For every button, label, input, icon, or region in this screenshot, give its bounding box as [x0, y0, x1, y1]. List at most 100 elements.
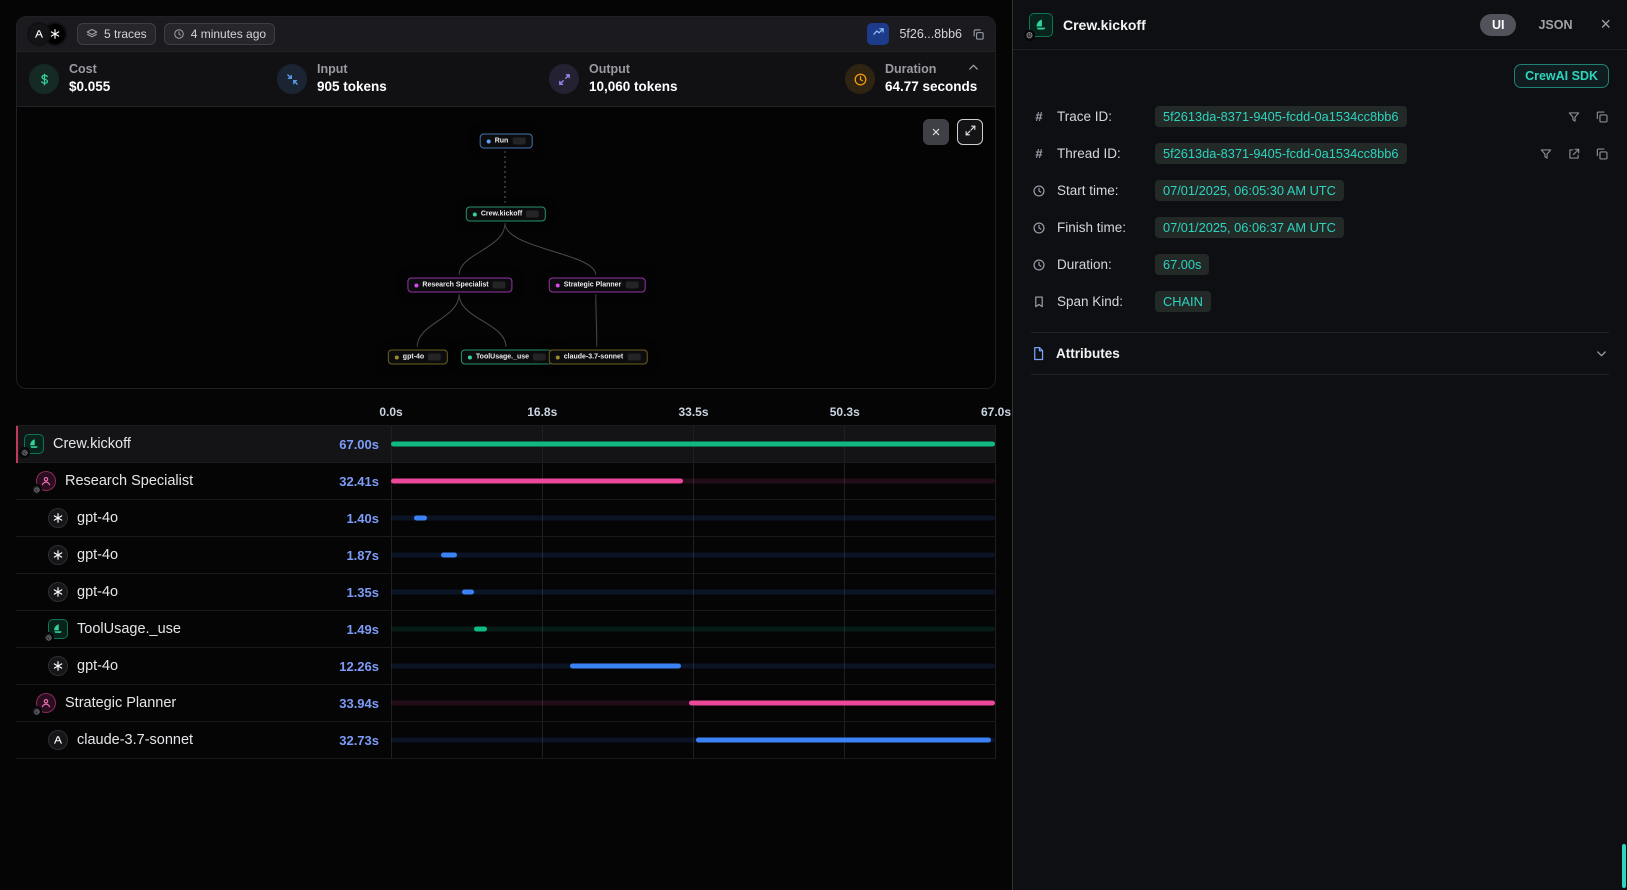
span-bar-lane [391, 722, 996, 758]
close-graph-button[interactable]: × [923, 119, 949, 145]
graph-node[interactable]: Run [480, 134, 533, 149]
graph-node[interactable]: claude-3.7-sonnet [549, 350, 648, 365]
traces-count-label: 5 traces [104, 27, 147, 41]
trace-age-label: 4 minutes ago [191, 27, 266, 41]
span-duration: 12.26s [339, 659, 391, 674]
span-duration: 1.49s [346, 622, 391, 637]
graph-node[interactable]: ToolUsage._use [461, 350, 553, 365]
trace-summary-card: 5 traces 4 minutes ago 5f26...8bb6 Cost … [16, 16, 996, 389]
stat-label: Input [317, 61, 387, 78]
trace-age-badge[interactable]: 4 minutes ago [164, 23, 275, 45]
anthropic-icon [48, 730, 68, 750]
graph-edges [17, 107, 995, 388]
span-duration: 67.00s [339, 437, 391, 452]
detail-field: # Thread ID: 5f2613da-8371-9405-fcdd-0a1… [1031, 135, 1609, 172]
span-name: claude-3.7-sonnet [77, 732, 193, 748]
span-bar-lane [391, 537, 996, 573]
duration-bar [391, 442, 995, 447]
timeline-row[interactable]: Crew.kickoff 67.00s [16, 426, 996, 463]
metrics-button[interactable] [867, 23, 889, 45]
timeline-row[interactable]: ToolUsage._use 1.49s [16, 611, 996, 648]
tab-ui[interactable]: UI [1480, 14, 1517, 36]
trace-header-bar: 5 traces 4 minutes ago 5f26...8bb6 [17, 17, 995, 51]
bar-track [391, 553, 995, 558]
expand-graph-button[interactable] [957, 119, 983, 145]
bookmark-icon [1031, 295, 1047, 309]
timeline-row[interactable]: Strategic Planner 33.94s [16, 685, 996, 722]
span-name: Strategic Planner [65, 695, 176, 711]
timeline-row[interactable]: gpt-4o 1.35s [16, 574, 996, 611]
trace-short-id: 5f26...8bb6 [899, 27, 962, 41]
hash-icon: # [1031, 146, 1047, 161]
graph-node[interactable]: Strategic Planner [549, 278, 646, 293]
axis-tick: 67.0s [981, 405, 1011, 419]
attributes-section-toggle[interactable]: Attributes [1031, 332, 1609, 375]
stat-cost: Cost $0.055 [29, 61, 277, 96]
copy-trace-id-icon[interactable] [972, 28, 985, 41]
field-value-badge: 07/01/2025, 06:06:37 AM UTC [1155, 217, 1344, 238]
copy-icon[interactable] [1595, 147, 1609, 161]
detail-field: # Trace ID: 5f2613da-8371-9405-fcdd-0a15… [1031, 98, 1609, 135]
stat-value: 64.77 seconds [885, 78, 977, 96]
graph-node[interactable]: Crew.kickoff [466, 207, 546, 222]
span-duration: 32.73s [339, 733, 391, 748]
field-value-badge: 07/01/2025, 06:05:30 AM UTC [1155, 180, 1344, 201]
detail-field: Span Kind: CHAIN [1031, 283, 1609, 320]
openai-icon [48, 545, 68, 565]
field-label: Span Kind: [1057, 294, 1145, 309]
duration-bar [462, 590, 474, 595]
sdk-badge: CrewAI SDK [1514, 64, 1609, 88]
span-bar-lane [391, 611, 996, 647]
filter-icon[interactable] [1567, 110, 1581, 124]
span-duration: 1.35s [346, 585, 391, 600]
collapse-stats-icon[interactable] [966, 60, 981, 75]
close-panel-icon[interactable]: × [1600, 14, 1611, 35]
chevron-down-icon [1594, 346, 1609, 361]
tokens-in-icon [277, 64, 307, 94]
anthropic-avatar-icon [27, 22, 51, 46]
panel-scrollbar-thumb[interactable] [1622, 844, 1626, 888]
timeline-row[interactable]: gpt-4o 12.26s [16, 648, 996, 685]
file-icon [1031, 346, 1046, 361]
span-bar-lane [391, 574, 996, 610]
stat-duration: Duration 64.77 seconds [845, 61, 977, 96]
span-name: gpt-4o [77, 510, 118, 526]
clock-icon [1031, 184, 1047, 198]
duration-bar [414, 516, 427, 521]
hash-icon: # [1031, 109, 1047, 124]
field-value-badge: CHAIN [1155, 291, 1211, 312]
timeline-row[interactable]: gpt-4o 1.40s [16, 500, 996, 537]
duration-bar [391, 479, 683, 484]
detail-field: Finish time: 07/01/2025, 06:06:37 AM UTC [1031, 209, 1609, 246]
tab-json[interactable]: JSON [1526, 14, 1584, 36]
bar-track [391, 664, 995, 669]
span-bar-lane [391, 500, 996, 536]
clock-icon [845, 64, 875, 94]
timeline-row[interactable]: gpt-4o 1.87s [16, 537, 996, 574]
field-label: Finish time: [1057, 220, 1145, 235]
timeline-row[interactable]: claude-3.7-sonnet 32.73s [16, 722, 996, 759]
span-detail-panel: Crew.kickoff UI JSON × CrewAI SDK # Trac… [1012, 0, 1627, 890]
timeline-axis: 0.0s16.8s33.5s50.3s67.0s [16, 399, 996, 425]
clock-icon [1031, 221, 1047, 235]
clock-icon [1031, 258, 1047, 272]
filter-icon[interactable] [1539, 147, 1553, 161]
external-link-icon[interactable] [1567, 147, 1581, 161]
graph-node[interactable]: Research Specialist [407, 278, 512, 293]
traces-count-badge[interactable]: 5 traces [77, 23, 156, 45]
stat-value: 10,060 tokens [589, 78, 678, 96]
field-value-badge: 5f2613da-8371-9405-fcdd-0a1534cc8bb6 [1155, 143, 1407, 164]
field-label: Trace ID: [1057, 109, 1145, 124]
copy-icon[interactable] [1595, 110, 1609, 124]
stat-label: Output [589, 61, 678, 78]
span-name: ToolUsage._use [77, 621, 181, 637]
duration-bar [570, 664, 681, 669]
stats-row: Cost $0.055 Input 905 tokens Output 10,0… [17, 51, 995, 107]
axis-tick: 16.8s [527, 405, 557, 419]
timeline-row[interactable]: Research Specialist 32.41s [16, 463, 996, 500]
bar-track [391, 590, 995, 595]
span-name: gpt-4o [77, 584, 118, 600]
span-duration: 33.94s [339, 696, 391, 711]
detail-panel-body: CrewAI SDK # Trace ID: 5f2613da-8371-940… [1013, 50, 1627, 391]
graph-node[interactable]: gpt-4o [388, 350, 448, 365]
